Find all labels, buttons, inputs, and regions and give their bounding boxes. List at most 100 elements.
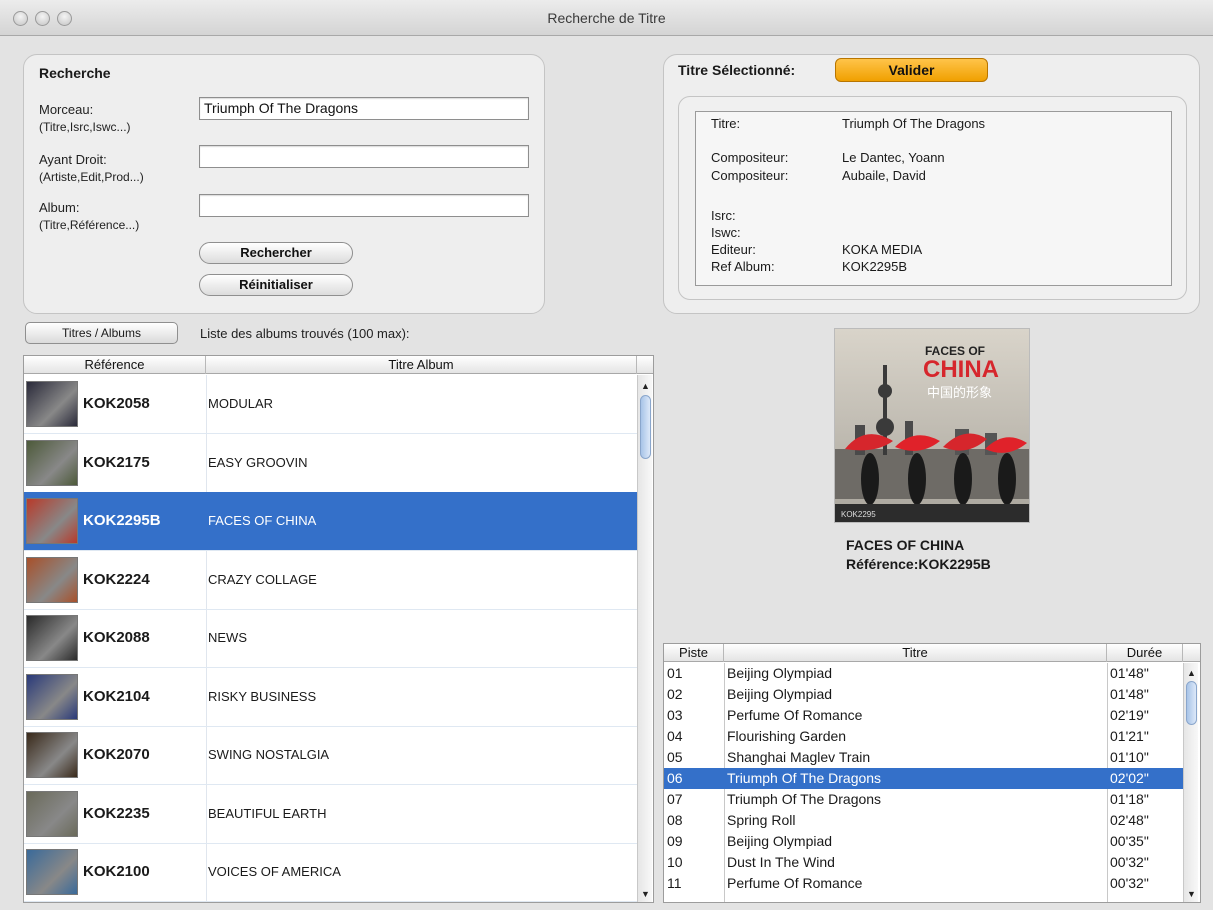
track-number: 01 — [667, 665, 683, 681]
scroll-up-arrow-icon[interactable]: ▲ — [1184, 666, 1199, 681]
search-heading: Recherche — [39, 65, 111, 81]
track-row[interactable]: 05 Shanghai Maglev Train 01'10" — [664, 747, 1183, 768]
track-title: Triumph Of The Dragons — [727, 791, 882, 807]
track-title: Beijing Olympiad — [727, 833, 833, 849]
track-number: 10 — [667, 854, 683, 870]
album-row[interactable]: KOK2235 BEAUTIFUL EARTH — [24, 785, 637, 844]
album-thumbnail — [26, 732, 78, 778]
app-window: Recherche de Titre Recherche Morceau: (T… — [0, 0, 1213, 910]
scroll-down-arrow-icon[interactable]: ▼ — [638, 887, 653, 902]
column-header-piste[interactable]: Piste — [664, 644, 724, 662]
album-thumbnail — [26, 673, 78, 720]
rechercher-button[interactable]: Rechercher — [199, 242, 353, 264]
track-title: Dust In The Wind — [727, 854, 835, 870]
track-row[interactable]: 09 Beijing Olympiad 00'35" — [664, 831, 1183, 852]
tracks-scroll-thumb[interactable] — [1186, 681, 1197, 725]
albums-scroll-thumb[interactable] — [640, 395, 651, 459]
album-row[interactable]: KOK2088 NEWS — [24, 609, 637, 668]
track-row[interactable]: 02 Beijing Olympiad 01'48" — [664, 684, 1183, 705]
track-duration: 01'10" — [1110, 749, 1149, 765]
album-reference: KOK2235 — [83, 804, 150, 822]
track-row[interactable]: 03 Perfume Of Romance 02'19" — [664, 705, 1183, 726]
column-header-reference[interactable]: Référence — [24, 356, 206, 374]
album-cover-art: FACES OF CHINA 中国的形象 KOK2295 — [835, 329, 1029, 522]
track-duration: 01'18" — [1110, 791, 1149, 807]
valider-button[interactable]: Valider — [835, 58, 988, 82]
detail-value: KOKA MEDIA — [842, 242, 923, 257]
track-title: Beijing Olympiad — [727, 686, 833, 702]
cover-code: KOK2295 — [841, 510, 876, 519]
morceau-input[interactable]: Triumph Of The Dragons — [199, 97, 529, 120]
column-header-titre-album[interactable]: Titre Album — [206, 356, 637, 374]
track-number: 02 — [667, 686, 683, 702]
column-header-titre[interactable]: Titre — [724, 644, 1107, 662]
track-row[interactable]: 10 Dust In The Wind 00'32" — [664, 852, 1183, 873]
album-thumbnail — [26, 849, 78, 895]
album-title: EASY GROOVIN — [208, 454, 308, 470]
albums-table: Référence Titre Album KOK2058 MODULAR KOK2… — [23, 355, 654, 903]
detail-value: KOK2295B — [842, 259, 908, 274]
track-row[interactable]: 01 Beijing Olympiad 01'48" — [664, 663, 1183, 684]
scroll-down-arrow-icon[interactable]: ▼ — [1184, 887, 1199, 902]
track-title: Spring Roll — [727, 812, 796, 828]
detail-row: Iswc: — [711, 225, 1186, 241]
window-title: Recherche de Titre — [547, 10, 666, 26]
detail-key: Compositeur: — [711, 168, 789, 183]
track-duration: 00'32" — [1110, 875, 1149, 891]
albums-table-body: KOK2058 MODULAR KOK2175 EASY GROOVIN KOK2295… — [24, 375, 637, 902]
album-row[interactable]: KOK2175 EASY GROOVIN — [24, 434, 637, 493]
album-thumbnail — [26, 439, 78, 486]
detail-row: Compositeur: Aubaile, David — [711, 168, 1186, 184]
detail-value: Le Dantec, Yoann — [842, 150, 945, 165]
album-row[interactable]: KOK2070 SWING NOSTALGIA — [24, 726, 637, 785]
album-reference: KOK2088 — [83, 629, 150, 646]
albums-scrollbar[interactable]: ▲ ▼ — [637, 375, 653, 902]
selected-album-reference: Référence:KOK2295B — [846, 556, 991, 572]
track-title: Shanghai Maglev Train — [727, 749, 871, 765]
detail-row: Editeur: KOKA MEDIA — [711, 242, 1186, 258]
album-thumbnail — [26, 556, 78, 603]
tracks-scrollbar[interactable]: ▲ ▼ — [1183, 663, 1199, 902]
album-row[interactable]: KOK2058 MODULAR — [24, 375, 637, 434]
selected-album-name: FACES OF CHINA — [846, 537, 965, 553]
track-row[interactable]: 08 Spring Roll 02'48" — [664, 810, 1183, 831]
titres-albums-toggle-button[interactable]: Titres / Albums — [25, 322, 178, 344]
album-row[interactable]: KOK2295B FACES OF CHINA — [24, 492, 637, 551]
album-title: FACES OF CHINA — [208, 513, 317, 528]
album-reference: KOK2224 — [83, 570, 150, 588]
reinitialiser-button[interactable]: Réinitialiser — [199, 274, 353, 296]
search-panel: Recherche Morceau: (Titre,Isrc,Iswc...) … — [23, 54, 545, 314]
album-reference: KOK2070 — [83, 746, 150, 763]
detail-key: Isrc: — [711, 208, 736, 223]
track-number: 07 — [667, 791, 683, 807]
album-input[interactable] — [199, 194, 529, 217]
detail-value: Triumph Of The Dragons — [842, 116, 986, 131]
album-row[interactable]: KOK2224 CRAZY COLLAGE — [24, 551, 637, 610]
album-thumbnail — [26, 790, 78, 837]
track-title: Perfume Of Romance — [727, 707, 863, 723]
detail-row: Isrc: — [711, 208, 1186, 224]
selected-title-heading: Titre Sélectionné: — [678, 62, 796, 78]
ayant-droit-label: Ayant Droit: (Artiste,Edit,Prod...) — [39, 151, 144, 186]
album-row[interactable]: KOK2104 RISKY BUSINESS — [24, 668, 637, 727]
album-cover-image: FACES OF CHINA 中国的形象 KOK2295 — [834, 328, 1030, 523]
column-header-duree[interactable]: Durée — [1107, 644, 1183, 662]
track-duration: 00'35" — [1110, 833, 1149, 849]
track-duration: 01'48" — [1110, 686, 1149, 702]
ayant-droit-input[interactable] — [199, 145, 529, 168]
track-row[interactable]: 07 Triumph Of The Dragons 01'18" — [664, 789, 1183, 810]
album-row[interactable]: KOK2100 VOICES OF AMERICA — [24, 843, 637, 902]
track-row[interactable]: 06 Triumph Of The Dragons 02'02" — [664, 768, 1183, 789]
track-duration: 02'02" — [1110, 770, 1149, 786]
morceau-label-text: Morceau: — [39, 102, 94, 117]
detail-row: Compositeur: Le Dantec, Yoann — [711, 150, 1186, 166]
track-row[interactable]: 11 Perfume Of Romance 00'32" — [664, 873, 1183, 894]
track-duration: 00'32" — [1110, 854, 1149, 870]
album-thumbnail — [26, 615, 78, 661]
album-reference: KOK2100 — [83, 863, 150, 880]
album-reference: KOK2175 — [83, 453, 150, 471]
detail-key: Ref Album: — [711, 259, 775, 274]
track-row[interactable]: 04 Flourishing Garden 01'21" — [664, 726, 1183, 747]
track-number: 05 — [667, 749, 683, 765]
scroll-up-arrow-icon[interactable]: ▲ — [638, 379, 653, 394]
